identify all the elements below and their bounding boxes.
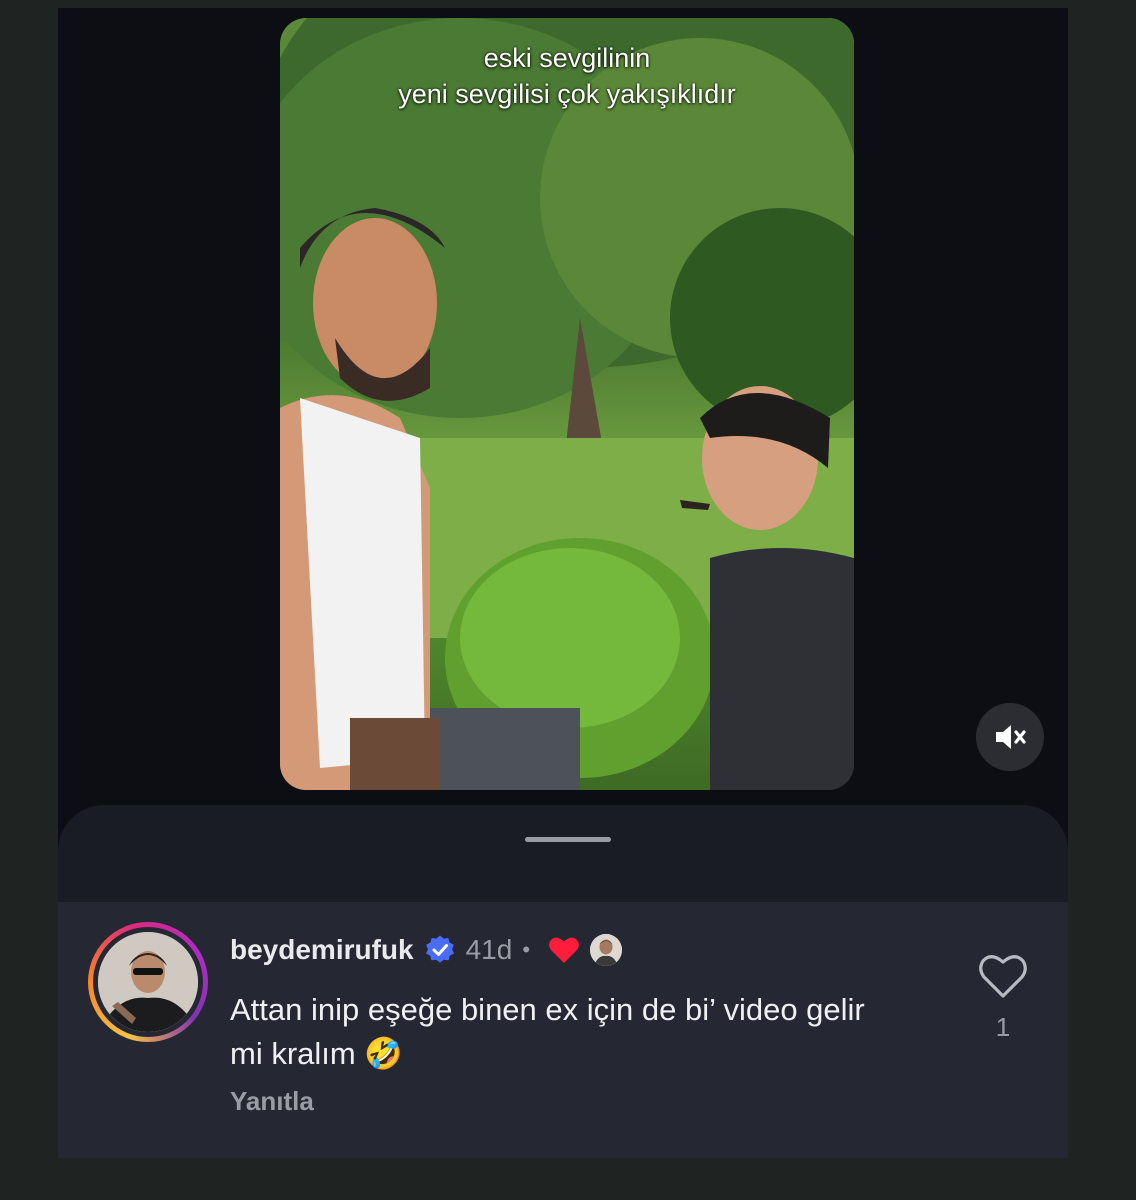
comment-text: Attan inip eşeğe binen ex için de bi’ vi… [230, 988, 870, 1076]
like-count: 1 [995, 1012, 1011, 1042]
story-ring[interactable] [88, 922, 208, 1042]
video-caption: eski sevgilinin yeni sevgilisi çok yakış… [280, 40, 854, 112]
caption-line-2: yeni sevgilisi çok yakışıklıdır [398, 79, 736, 109]
creator-avatar-image [590, 934, 623, 966]
avatar-image [98, 932, 198, 1032]
comment-body: Attan inip eşeğe binen ex için de bi’ vi… [230, 992, 865, 1071]
creator-avatar [590, 934, 623, 966]
heart-icon[interactable] [978, 952, 1028, 1000]
video-frame [280, 18, 854, 790]
screen: eski sevgilinin yeni sevgilisi çok yakış… [58, 8, 1068, 1158]
creator-liked-heart-icon [549, 937, 579, 963]
username[interactable]: beydemirufuk [230, 934, 414, 966]
comment-time: 41d [465, 934, 513, 965]
speaker-muted-icon [996, 725, 1026, 749]
reply-button[interactable]: Yanıtla [230, 1086, 314, 1117]
verified-badge-icon [425, 935, 454, 963]
comment-header: beydemirufuk 41d • [230, 930, 623, 970]
rofl-emoji: 🤣 [364, 1036, 403, 1071]
separator-dot: • [522, 937, 531, 962]
mute-toggle-button[interactable] [976, 703, 1044, 771]
sheet-drag-handle[interactable] [525, 837, 611, 842]
video-player[interactable]: eski sevgilinin yeni sevgilisi çok yakış… [280, 18, 854, 790]
avatar [98, 932, 198, 1032]
caption-line-1: eski sevgilinin [483, 43, 651, 73]
